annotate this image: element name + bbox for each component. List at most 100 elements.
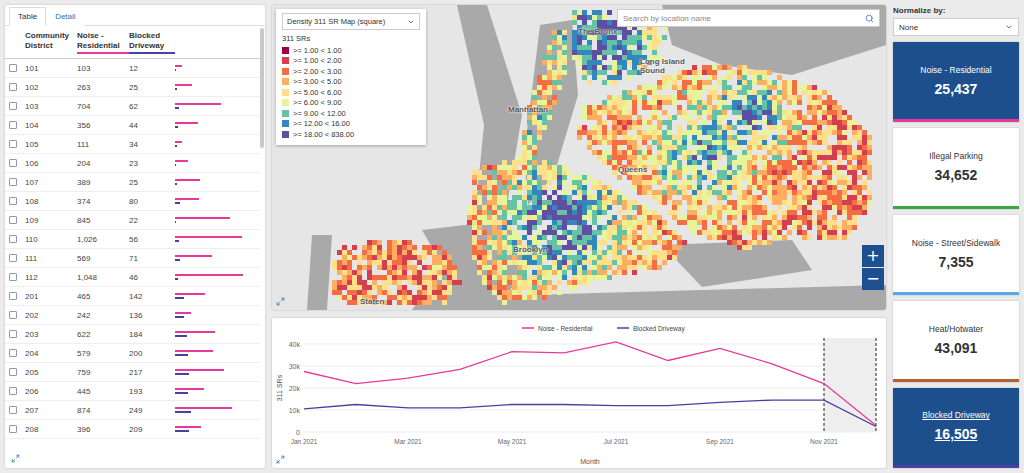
density-cell[interactable]: [727, 220, 732, 225]
density-cell[interactable]: [597, 140, 602, 145]
density-cell[interactable]: [762, 215, 767, 220]
density-cell[interactable]: [532, 165, 537, 170]
density-cell[interactable]: [642, 210, 647, 215]
density-cell[interactable]: [837, 115, 842, 120]
density-cell[interactable]: [697, 160, 702, 165]
density-cell[interactable]: [552, 55, 557, 60]
density-cell[interactable]: [862, 180, 867, 185]
density-cell[interactable]: [642, 220, 647, 225]
density-cell[interactable]: [587, 55, 592, 60]
density-cell[interactable]: [717, 210, 722, 215]
density-cell[interactable]: [697, 220, 702, 225]
density-cell[interactable]: [737, 65, 742, 70]
density-cell[interactable]: [827, 195, 832, 200]
density-cell[interactable]: [712, 115, 717, 120]
density-cell[interactable]: [612, 75, 617, 80]
density-cell[interactable]: [797, 180, 802, 185]
density-cell[interactable]: [602, 55, 607, 60]
density-cell[interactable]: [637, 135, 642, 140]
density-cell[interactable]: [767, 90, 772, 95]
density-cell[interactable]: [717, 155, 722, 160]
density-cell[interactable]: [772, 180, 777, 185]
density-cell[interactable]: [632, 60, 637, 65]
density-cell[interactable]: [562, 45, 567, 50]
density-cell[interactable]: [612, 150, 617, 155]
density-cell[interactable]: [612, 130, 617, 135]
density-cell[interactable]: [862, 205, 867, 210]
density-cell[interactable]: [677, 145, 682, 150]
density-cell[interactable]: [667, 75, 672, 80]
density-cell[interactable]: [562, 180, 567, 185]
density-cell[interactable]: [517, 215, 522, 220]
density-cell[interactable]: [817, 110, 822, 115]
density-cell[interactable]: [822, 180, 827, 185]
density-cell[interactable]: [582, 75, 587, 80]
density-cell[interactable]: [732, 95, 737, 100]
density-cell[interactable]: [807, 190, 812, 195]
density-cell[interactable]: [572, 215, 577, 220]
density-cell[interactable]: [702, 150, 707, 155]
density-cell[interactable]: [742, 95, 747, 100]
density-cell[interactable]: [687, 95, 692, 100]
density-cell[interactable]: [617, 115, 622, 120]
density-cell[interactable]: [667, 190, 672, 195]
density-cell[interactable]: [792, 125, 797, 130]
density-cell[interactable]: [647, 120, 652, 125]
density-cell[interactable]: [537, 190, 542, 195]
density-cell[interactable]: [802, 85, 807, 90]
density-cell[interactable]: [632, 105, 637, 110]
density-cell[interactable]: [602, 110, 607, 115]
density-cell[interactable]: [662, 135, 667, 140]
density-cell[interactable]: [697, 145, 702, 150]
density-cell[interactable]: [802, 175, 807, 180]
density-cell[interactable]: [577, 220, 582, 225]
density-cell[interactable]: [817, 140, 822, 145]
density-cell[interactable]: [552, 45, 557, 50]
row-checkbox[interactable]: [9, 330, 17, 338]
density-cell[interactable]: [522, 215, 527, 220]
density-cell[interactable]: [737, 175, 742, 180]
density-cell[interactable]: [812, 90, 817, 95]
density-cell[interactable]: [862, 200, 867, 205]
density-cell[interactable]: [532, 175, 537, 180]
density-cell[interactable]: [727, 90, 732, 95]
density-cell[interactable]: [867, 145, 872, 150]
density-cell[interactable]: [547, 215, 552, 220]
density-cell[interactable]: [687, 100, 692, 105]
density-cell[interactable]: [687, 140, 692, 145]
density-cell[interactable]: [717, 195, 722, 200]
density-cell[interactable]: [612, 170, 617, 175]
density-cell[interactable]: [867, 195, 872, 200]
density-cell[interactable]: [562, 165, 567, 170]
table-row[interactable]: 205759217: [5, 363, 260, 382]
density-cell[interactable]: [832, 145, 837, 150]
density-cell[interactable]: [682, 90, 687, 95]
density-cell[interactable]: [782, 215, 787, 220]
density-cell[interactable]: [707, 165, 712, 170]
density-cell[interactable]: [762, 190, 767, 195]
density-cell[interactable]: [622, 140, 627, 145]
density-cell[interactable]: [627, 110, 632, 115]
density-cell[interactable]: [647, 180, 652, 185]
density-cell[interactable]: [687, 120, 692, 125]
density-cell[interactable]: [837, 210, 842, 215]
density-cell[interactable]: [617, 30, 622, 35]
density-cell[interactable]: [782, 90, 787, 95]
density-cell[interactable]: [832, 170, 837, 175]
density-cell[interactable]: [727, 200, 732, 205]
density-cell[interactable]: [832, 155, 837, 160]
density-cell[interactable]: [827, 180, 832, 185]
density-cell[interactable]: [712, 90, 717, 95]
density-cell[interactable]: [822, 120, 827, 125]
density-cell[interactable]: [717, 205, 722, 210]
density-cell[interactable]: [822, 100, 827, 105]
density-cell[interactable]: [672, 215, 677, 220]
density-cell[interactable]: [607, 10, 612, 15]
density-cell[interactable]: [687, 180, 692, 185]
density-cell[interactable]: [642, 140, 647, 145]
density-cell[interactable]: [597, 55, 602, 60]
density-cell[interactable]: [787, 180, 792, 185]
density-cell[interactable]: [622, 55, 627, 60]
density-cell[interactable]: [597, 185, 602, 190]
row-checkbox[interactable]: [9, 254, 17, 262]
